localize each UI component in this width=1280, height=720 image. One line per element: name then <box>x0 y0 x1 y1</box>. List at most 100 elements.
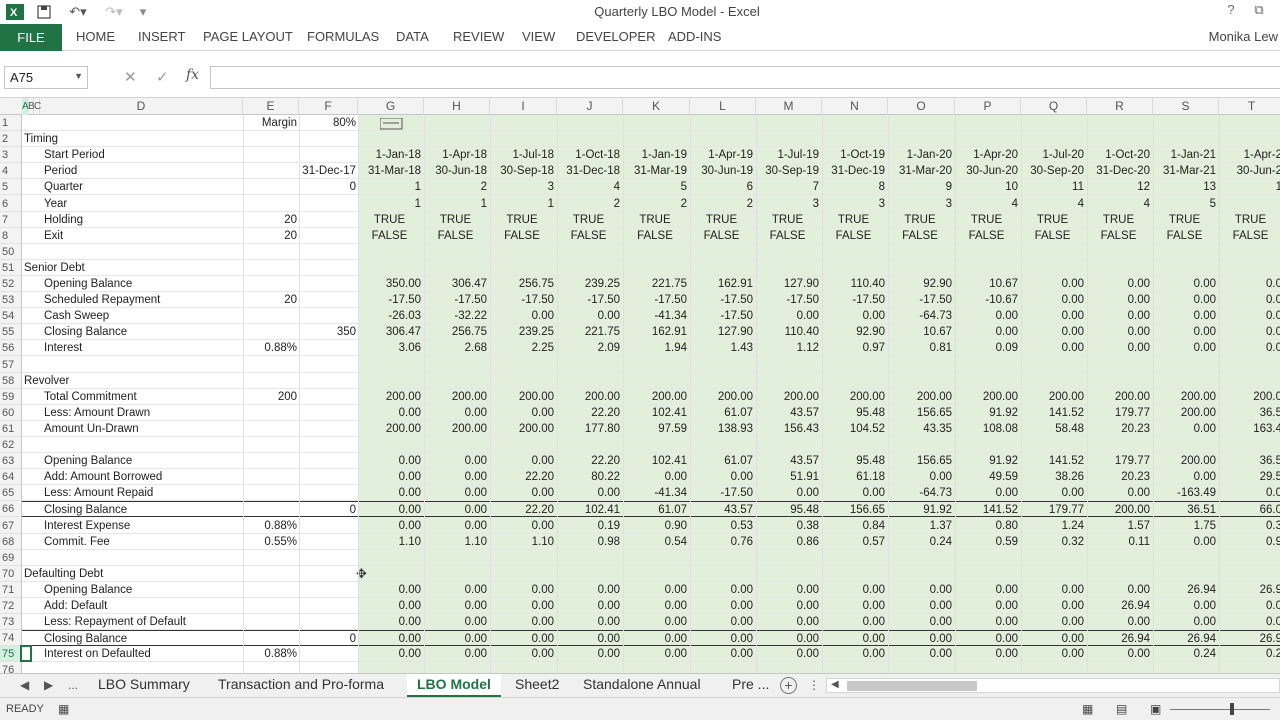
value-cell[interactable]: 97.59 <box>623 421 687 437</box>
value-cell[interactable]: -17.50 <box>623 292 687 308</box>
value-cell[interactable]: 0.09 <box>955 340 1018 356</box>
value-cell[interactable]: TRUE <box>1153 212 1216 228</box>
value-cell[interactable]: 0.00 <box>822 582 885 598</box>
row-header[interactable]: 68 <box>0 534 21 550</box>
row-label[interactable]: Quarter <box>44 179 244 195</box>
param-cell[interactable] <box>243 469 297 485</box>
value-cell[interactable]: 221.75 <box>623 276 687 292</box>
row-label[interactable]: Add: Amount Borrowed <box>44 469 244 485</box>
sheet-tab[interactable]: Pre ... <box>722 674 779 697</box>
horizontal-scrollbar[interactable]: ◀ <box>826 678 1280 693</box>
value-cell[interactable]: 156.65 <box>888 405 952 421</box>
value-cell[interactable]: TRUE <box>623 212 687 228</box>
value-cell[interactable]: 0.00 <box>358 453 421 469</box>
help-icon[interactable]: ? <box>1220 2 1242 22</box>
value-cell[interactable]: 0.0 <box>1219 292 1280 308</box>
value-cell[interactable]: 0.00 <box>955 631 1018 647</box>
param-cell[interactable] <box>243 631 297 647</box>
value-cell[interactable]: 239.25 <box>490 324 554 340</box>
value-cell[interactable]: 3.06 <box>358 340 421 356</box>
value-cell[interactable]: 1 <box>424 196 487 212</box>
value-cell[interactable]: 1 <box>358 179 421 195</box>
value-cell[interactable]: 0.84 <box>822 518 885 534</box>
value-cell[interactable]: 141.52 <box>955 502 1018 518</box>
value-cell[interactable]: 1.75 <box>1153 518 1216 534</box>
value-cell[interactable]: 0.3 <box>1219 518 1280 534</box>
formula-input[interactable] <box>210 66 1280 89</box>
value-cell[interactable]: FALSE <box>756 228 819 244</box>
value-cell[interactable]: 22.20 <box>490 502 554 518</box>
value-cell[interactable]: FALSE <box>424 228 487 244</box>
value-cell[interactable]: 0.00 <box>358 502 421 518</box>
row-header[interactable]: 75 <box>0 646 21 663</box>
param-cell[interactable]: 20 <box>243 212 297 228</box>
sheet-tab[interactable]: Sheet2 <box>505 674 569 697</box>
value-cell[interactable]: 2.09 <box>557 340 620 356</box>
param-cell[interactable] <box>243 179 297 195</box>
row-header[interactable]: 2 <box>0 131 21 148</box>
value-cell[interactable]: TRUE <box>822 212 885 228</box>
value-cell[interactable]: 0.00 <box>955 614 1018 630</box>
value-cell[interactable]: 0.00 <box>1021 582 1084 598</box>
value-cell[interactable]: 0.00 <box>1021 276 1084 292</box>
value-cell[interactable]: 200.00 <box>756 389 819 405</box>
value-cell[interactable]: 9 <box>888 179 952 195</box>
value-cell[interactable]: FALSE <box>888 228 952 244</box>
value-cell[interactable]: 61.07 <box>690 453 753 469</box>
row-label[interactable] <box>44 131 244 147</box>
column-header-g[interactable]: G <box>358 98 424 115</box>
value-cell[interactable]: 0.00 <box>955 582 1018 598</box>
column-header-n[interactable]: N <box>822 98 888 115</box>
value-cell[interactable]: 0.00 <box>1153 598 1216 614</box>
value-cell[interactable]: 0.00 <box>1087 340 1150 356</box>
value-cell[interactable]: 0.00 <box>822 485 885 501</box>
value-cell[interactable]: 11 <box>1021 179 1084 195</box>
column-header-r[interactable]: R <box>1087 98 1153 115</box>
value-cell[interactable]: 1-Jan-20 <box>888 147 952 163</box>
value-cell[interactable]: 1.10 <box>358 534 421 550</box>
param-cell[interactable] <box>299 308 356 324</box>
selected-cell-outline[interactable] <box>20 645 32 663</box>
param-cell[interactable]: 0 <box>299 179 356 195</box>
value-cell[interactable]: 61.18 <box>822 469 885 485</box>
row-label[interactable]: Interest <box>44 340 244 356</box>
row-label[interactable]: Period <box>44 163 244 179</box>
value-cell[interactable]: 0.00 <box>623 631 687 647</box>
value-cell[interactable]: FALSE <box>1021 228 1084 244</box>
value-cell[interactable]: 1.43 <box>690 340 753 356</box>
value-cell[interactable]: 51.91 <box>756 469 819 485</box>
value-cell[interactable]: 162.91 <box>623 324 687 340</box>
value-cell[interactable]: 200.00 <box>1153 405 1216 421</box>
param-cell[interactable] <box>299 598 356 614</box>
column-header-t[interactable]: T <box>1219 98 1280 115</box>
value-cell[interactable]: -17.50 <box>358 292 421 308</box>
value-cell[interactable]: 0.00 <box>557 646 620 662</box>
value-cell[interactable]: 43.57 <box>756 453 819 469</box>
value-cell[interactable]: 0.00 <box>1153 534 1216 550</box>
column-header-m[interactable]: M <box>756 98 822 115</box>
value-cell[interactable]: -17.50 <box>690 308 753 324</box>
value-cell[interactable]: -17.50 <box>756 292 819 308</box>
sheet-tab[interactable]: Transaction and Pro-forma <box>208 674 394 697</box>
value-cell[interactable]: 0.00 <box>424 582 487 598</box>
value-cell[interactable]: 0.00 <box>955 324 1018 340</box>
param-cell[interactable] <box>299 421 356 437</box>
column-header-p[interactable]: P <box>955 98 1021 115</box>
value-cell[interactable]: 0.00 <box>490 598 554 614</box>
value-cell[interactable]: 0.00 <box>557 308 620 324</box>
value-cell[interactable]: 26.94 <box>1087 598 1150 614</box>
enter-icon[interactable]: ✓ <box>156 68 169 86</box>
row-header[interactable]: 59 <box>0 389 21 405</box>
value-cell[interactable]: -64.73 <box>888 485 952 501</box>
tab-review[interactable]: REVIEW <box>453 29 504 44</box>
value-cell[interactable]: 0.00 <box>1087 292 1150 308</box>
value-cell[interactable]: 0.00 <box>756 631 819 647</box>
value-cell[interactable]: 36.5 <box>1219 405 1280 421</box>
row-label[interactable]: Start Period <box>44 147 244 163</box>
param-cell[interactable] <box>243 662 297 673</box>
row-header[interactable]: 3 <box>0 147 21 164</box>
param-cell[interactable] <box>243 308 297 324</box>
value-cell[interactable]: 0.00 <box>756 614 819 630</box>
value-cell[interactable]: 0.11 <box>1087 534 1150 550</box>
value-cell[interactable]: 26.94 <box>1153 631 1216 647</box>
